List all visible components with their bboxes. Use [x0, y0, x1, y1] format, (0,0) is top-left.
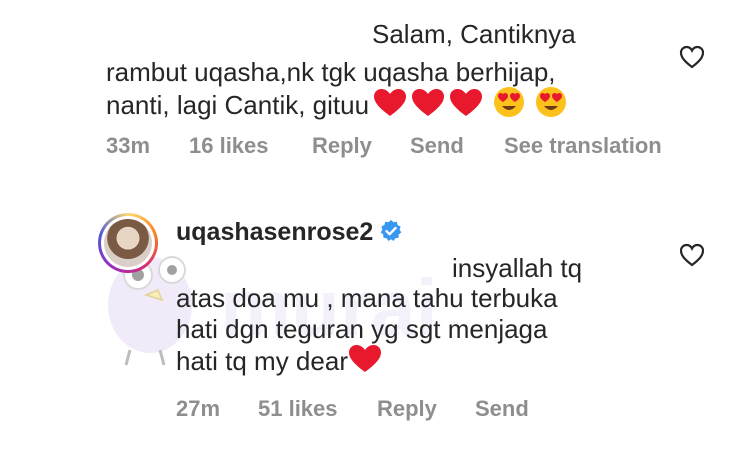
avatar-photo: [104, 219, 152, 267]
comment2-line4-text: hati tq my dear: [176, 346, 348, 376]
comment2-reply-button[interactable]: Reply: [377, 396, 437, 422]
red-heart-emoji: [450, 89, 483, 116]
comment2-send-button[interactable]: Send: [475, 396, 529, 422]
heart-eyes-emoji: [536, 87, 567, 117]
like-comment1-heart-icon[interactable]: [679, 45, 705, 69]
comment1-time: 33m: [106, 133, 151, 158]
heart-eyes-emoji: [494, 87, 525, 117]
see-translation-link[interactable]: See translation: [504, 133, 662, 159]
red-heart-emoji: [374, 89, 407, 116]
comment1-send-button[interactable]: Send: [410, 133, 464, 159]
comment1-likes-link[interactable]: 16 likes: [189, 133, 269, 159]
comment1-line3-text: nanti, lagi Cantik, gituu: [106, 90, 370, 120]
verified-badge-icon: [381, 220, 402, 241]
comment1-line1: Salam, Cantiknya: [372, 19, 576, 49]
comment2-line2: atas doa mu , mana tahu terbuka: [176, 283, 558, 313]
avatar[interactable]: [98, 213, 158, 273]
comment2-line1: insyallah tq: [452, 253, 583, 283]
avatar-border: [101, 216, 155, 270]
comment2-line3: hati dgn teguran yg sgt menjaga: [176, 314, 548, 344]
red-heart-emoji: [412, 89, 445, 116]
comment1-reply-button[interactable]: Reply: [312, 133, 372, 159]
comment2-line4: hati tq my dear: [176, 344, 382, 377]
red-heart-emoji: [348, 345, 381, 372]
comment1-line3: nanti, lagi Cantik, gituu: [106, 86, 567, 121]
comment2-likes-link[interactable]: 51 likes: [258, 396, 338, 422]
like-comment2-heart-icon[interactable]: [679, 243, 705, 267]
comment2-time: 27m: [176, 396, 221, 421]
comment2-username[interactable]: uqashasenrose2: [176, 218, 373, 246]
comment1-line2: rambut uqasha,nk tgk uqasha berhijap,: [106, 57, 556, 87]
comment2-username-row: uqashasenrose2: [176, 218, 403, 247]
